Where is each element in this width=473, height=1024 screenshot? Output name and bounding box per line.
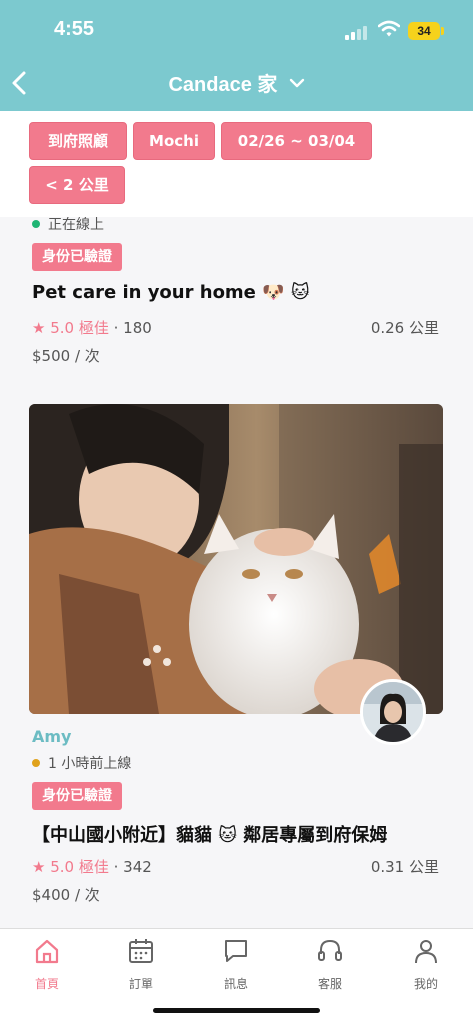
home-indicator <box>153 1008 320 1013</box>
review-count: · 180 <box>113 319 152 337</box>
tab-profile[interactable]: 我的 <box>396 937 456 992</box>
sitter-photo[interactable] <box>29 404 443 714</box>
price: $500 / 次 <box>32 347 100 365</box>
star-icon: ★ <box>32 858 46 876</box>
rating: ★ 5.0 極佳 · 180 <box>32 317 152 338</box>
distance: 0.26 公里 <box>370 319 439 337</box>
tab-support[interactable]: 客服 <box>300 937 360 992</box>
chevron-down-icon <box>289 78 304 87</box>
online-dot-icon <box>32 220 40 228</box>
battery-icon: 34 <box>408 22 440 40</box>
status-time: 4:55 <box>54 18 95 40</box>
app-header: 4:55 34 Candace 家 <box>0 0 473 111</box>
filter-service-chip[interactable]: 到府照顧 <box>29 122 127 160</box>
calendar-icon <box>129 939 153 963</box>
listing-title: 【中山國小附近】貓貓 🐱 鄰居專屬到府保姆 <box>32 825 388 846</box>
location-selector[interactable]: Candace 家 <box>0 68 473 97</box>
sitter-avatar[interactable] <box>360 679 426 745</box>
page-title: Candace 家 <box>168 74 278 96</box>
verified-badge: 身份已驗證 <box>32 782 122 810</box>
distance: 0.31 公里 <box>370 858 439 876</box>
rating: ★ 5.0 極佳 · 342 <box>32 856 152 877</box>
online-status: 1 小時前上線 <box>32 753 131 773</box>
online-status: 正在線上 <box>32 217 104 234</box>
tab-messages[interactable]: 訊息 <box>206 937 266 992</box>
headset-icon <box>318 939 342 961</box>
price: $400 / 次 <box>32 886 100 904</box>
filter-pet-chip[interactable]: Mochi <box>133 122 215 160</box>
verified-badge: 身份已驗證 <box>32 243 122 271</box>
rating-value: 5.0 極佳 <box>50 858 109 876</box>
sitter-list: 正在線上 身份已驗證 Pet care in your home 🐶 🐱 ★ 5… <box>0 217 473 928</box>
chat-icon <box>225 940 247 962</box>
battery-tip <box>441 27 444 35</box>
filter-distance-chip[interactable]: < 2 公里 <box>29 166 125 204</box>
sitter-name: Amy <box>32 727 72 746</box>
star-icon: ★ <box>32 319 46 337</box>
home-icon <box>35 939 59 964</box>
tab-home[interactable]: 首頁 <box>17 937 77 992</box>
person-icon <box>415 940 437 964</box>
away-dot-icon <box>32 759 40 767</box>
wifi-icon <box>378 20 400 37</box>
cellular-signal-icon <box>345 24 371 40</box>
status-bar: 4:55 34 <box>0 0 473 60</box>
filter-bar: 到府照顧 Mochi 02/26 ~ 03/04 < 2 公里 <box>0 111 473 217</box>
rating-value: 5.0 極佳 <box>50 319 109 337</box>
filter-date-chip[interactable]: 02/26 ~ 03/04 <box>221 122 372 160</box>
review-count: · 342 <box>113 858 152 876</box>
listing-title: Pet care in your home 🐶 🐱 <box>32 282 310 303</box>
tab-orders[interactable]: 訂單 <box>111 937 171 992</box>
